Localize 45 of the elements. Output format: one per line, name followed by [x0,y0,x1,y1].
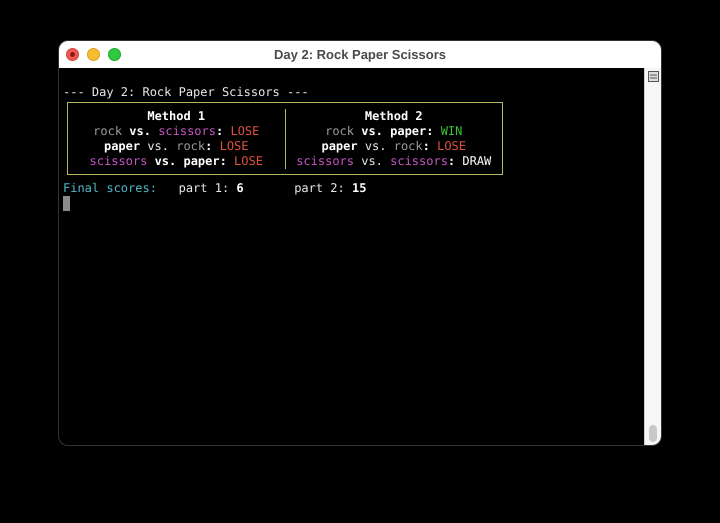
close-button[interactable] [66,48,79,61]
result-token: : [205,139,212,153]
result-token: paper [183,154,220,168]
result-token: DRAW [462,154,492,168]
result-token: : [422,139,430,153]
result-token: rock [93,124,122,138]
result-token: paper [321,139,358,153]
part-label: part 2: [294,181,345,195]
part-score: 15 [352,181,366,195]
result-token: scissors [390,154,448,168]
result-token: scissors [296,154,354,168]
result-token: : [216,124,224,138]
part-score: 6 [236,181,244,195]
result-token: WIN [440,124,462,138]
result-token: vs. [361,124,383,138]
result-token: : [448,154,456,168]
result-token: : [220,154,227,168]
split-pane-icon[interactable] [648,71,658,82]
scores-label: Final scores: [63,181,158,196]
heading-text: --- Day 2: Rock Paper Scissors --- [63,85,309,99]
scroll-thumb[interactable] [649,425,657,442]
result-token: scissors [158,124,216,138]
result-token: paper [104,139,140,153]
result-token: vs. [129,124,151,138]
result-token: LOSE [437,139,466,153]
part-label: part 1: [178,181,230,195]
result-token: LOSE [230,124,260,138]
method-title: Method 1 [147,109,206,123]
result-token: vs. [364,139,387,153]
result-token: LOSE [234,154,263,168]
result-token: scissors [90,154,148,168]
result-token: rock [325,124,354,138]
result-token: vs. [361,154,383,168]
text-cursor [63,196,70,211]
result-token: rock [176,139,206,153]
result-token: rock [394,139,423,153]
window-title: Day 2: Rock Paper Scissors [274,47,446,62]
result-token: LOSE [220,139,248,153]
method-title: Method 2 [364,109,423,123]
zoom-button[interactable] [108,48,121,61]
result-token: paper [390,124,426,138]
result-token: vs. [147,139,170,153]
minimize-button[interactable] [87,48,100,61]
result-token: vs. [154,154,176,168]
result-token: : [426,124,434,138]
